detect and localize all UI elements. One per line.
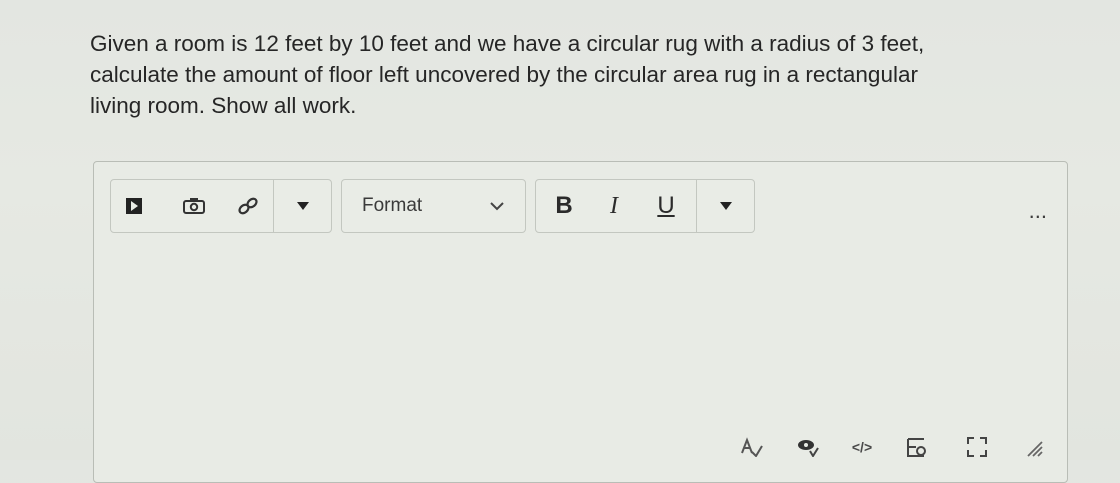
media-icon [126,198,142,214]
format-select[interactable]: Format [341,179,526,233]
media-button[interactable] [111,180,157,232]
format-label: Format [362,195,423,216]
equation-button[interactable] [900,432,934,462]
fullscreen-icon [967,437,987,457]
question-text: Given a room is 12 feet by 10 feet and w… [90,28,1070,121]
more-options-button[interactable]: ... [1029,198,1047,224]
italic-button[interactable]: I [594,180,634,232]
equation-icon [907,438,926,457]
text-style-group: B I U [535,179,755,233]
insert-dropdown-button[interactable] [274,180,331,232]
accessibility-icon [798,440,819,457]
bold-button[interactable]: B [544,180,584,232]
image-button[interactable] [171,180,217,232]
dropdown-arrow-icon [296,202,309,210]
spellcheck-icon [741,437,763,457]
insert-toolbar-group [110,179,332,233]
resize-handle-icon [1027,441,1043,457]
resize-handle[interactable] [1016,432,1050,462]
image-icon [183,198,205,214]
text-style-dropdown-button[interactable] [697,180,754,232]
accessibility-button[interactable] [790,432,824,462]
underline-button[interactable]: U [646,180,686,232]
spellcheck-button[interactable] [734,432,768,462]
question-line-2: calculate the amount of floor left uncov… [90,62,918,87]
question-line-3: living room. Show all work. [90,93,357,118]
question-line-1: Given a room is 12 feet by 10 feet and w… [90,31,925,56]
dropdown-arrow-icon [719,202,732,210]
fullscreen-button[interactable] [960,432,994,462]
html-editor-button[interactable]: </> [844,432,880,462]
format-chevron [482,180,512,232]
link-icon [238,197,258,215]
chevron-down-icon [490,201,504,210]
rich-text-editor[interactable]: Format B I U ... </> [93,161,1068,483]
link-button[interactable] [223,180,273,232]
